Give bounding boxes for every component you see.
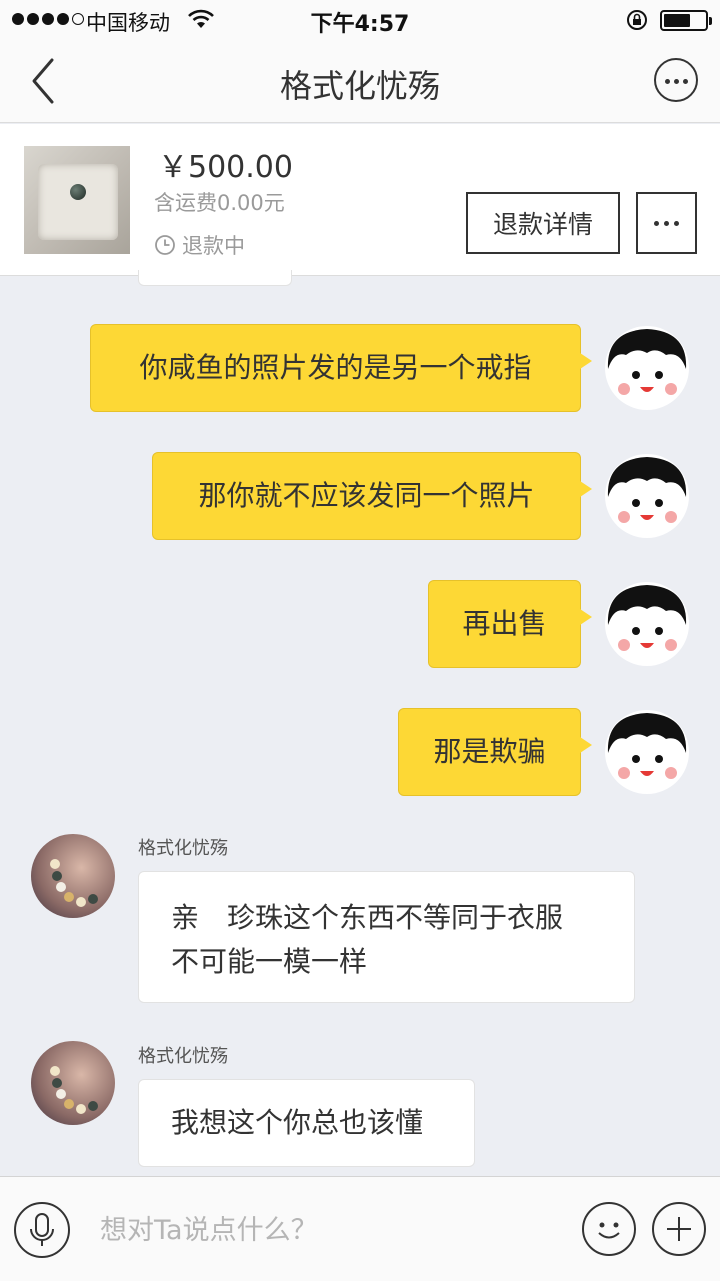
battery-icon	[660, 10, 712, 31]
message-line: 不可能一模一样	[171, 945, 368, 978]
microphone-icon	[30, 1213, 54, 1246]
chat-bubble-mine[interactable]: 你咸鱼的照片发的是另一个戒指	[90, 324, 592, 412]
chat-bubble-mine[interactable]: 再出售	[428, 580, 592, 668]
contact-avatar[interactable]	[31, 1041, 115, 1125]
sender-name: 格式化忧殇	[138, 1046, 228, 1067]
add-attachment-button[interactable]	[652, 1202, 706, 1256]
emoji-icon	[598, 1222, 620, 1239]
chat-bubble-mine[interactable]: 那你就不应该发同一个照片	[152, 452, 592, 540]
previous-message-edge	[138, 270, 292, 286]
my-avatar[interactable]	[604, 325, 690, 411]
message-input[interactable]	[100, 1205, 560, 1255]
refund-status: 退款中	[154, 230, 245, 260]
chat-bubble-mine[interactable]: 那是欺骗	[398, 708, 592, 796]
refund-details-button[interactable]: 退款详情	[466, 192, 620, 254]
chat-bubble-theirs[interactable]: 我想这个你总也该懂	[138, 1079, 475, 1167]
chat-header: 格式化忧殇	[0, 40, 720, 123]
sender-name: 格式化忧殇	[138, 838, 228, 859]
product-card[interactable]: ￥500.00 含运费0.00元 退款中 退款详情	[0, 124, 720, 276]
emoji-button[interactable]	[582, 1202, 636, 1256]
my-avatar[interactable]	[604, 581, 690, 667]
clock-icon	[155, 235, 175, 255]
voice-button[interactable]	[14, 1202, 70, 1258]
input-bar	[0, 1176, 720, 1281]
more-dots-button[interactable]	[636, 192, 697, 254]
chat-bubble-theirs[interactable]: 亲 珍珠这个东西不等同于衣服 不可能一模一样	[138, 871, 635, 1003]
product-price: ￥500.00	[158, 150, 293, 185]
contact-avatar[interactable]	[31, 834, 115, 918]
shipping-fee: 含运费0.00元	[154, 191, 285, 215]
message-line: 我想这个你总也该懂	[171, 1106, 424, 1139]
status-time: 下午4:57	[310, 12, 410, 37]
page-title: 格式化忧殇	[279, 67, 440, 105]
more-options-button[interactable]	[654, 58, 698, 102]
refund-status-label: 退款中	[182, 234, 245, 258]
plus-icon	[667, 1217, 691, 1241]
status-bar: 中国移动 下午4:57	[0, 0, 720, 40]
my-avatar[interactable]	[604, 453, 690, 539]
product-thumbnail[interactable]	[24, 146, 130, 254]
message-line: 亲 珍珠这个东西不等同于衣服	[171, 901, 564, 934]
orientation-lock-icon	[626, 9, 650, 35]
my-avatar[interactable]	[604, 709, 690, 795]
